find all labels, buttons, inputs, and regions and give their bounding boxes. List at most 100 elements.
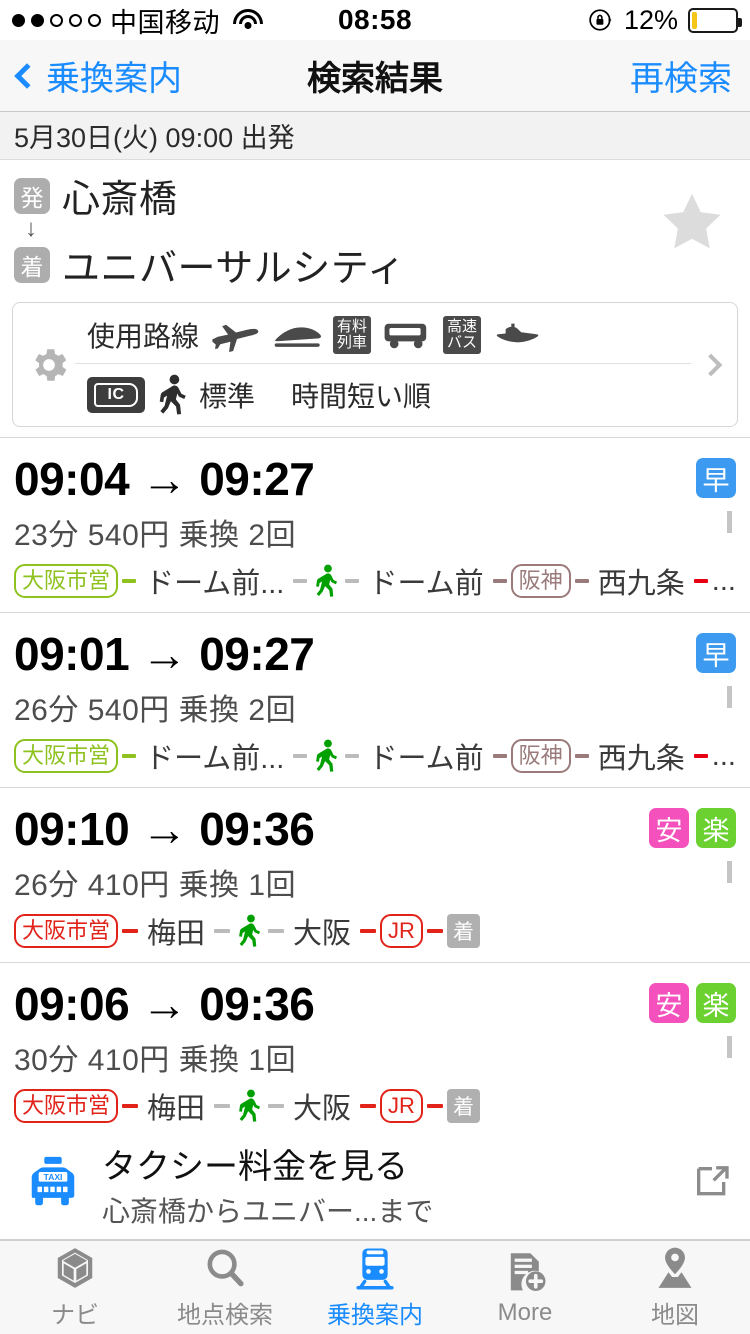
route-result-row[interactable]: 09:01 → 09:27 早 26分 540円 乗換 2回 大阪市営 ドーム前... ド… — [0, 613, 750, 788]
route-summary: 26分 410円 乗換 1回 — [14, 869, 297, 902]
destination-row[interactable]: 着 ユニバーサルシティ — [14, 237, 736, 292]
station-name: ドーム前... — [145, 568, 285, 600]
departure-datetime-label: 5月30日(火) 09:00 出発 — [14, 123, 295, 153]
arrival-marker: 着 — [446, 1089, 480, 1123]
taxi-icon: TAXI — [31, 1157, 75, 1206]
walk-speed-label: 標準 — [199, 381, 256, 412]
bus-icon — [384, 323, 427, 349]
walking-person-icon — [313, 564, 339, 598]
battery-icon — [688, 7, 742, 33]
train-icon — [352, 1245, 398, 1291]
transit-line-badge: JR — [380, 914, 423, 948]
walking-person-icon — [236, 1089, 262, 1123]
shinkansen-icon — [274, 327, 322, 347]
route-result-row[interactable]: 09:04 → 09:27 早 23分 540円 乗換 2回 大阪市営 ドーム前... ド… — [0, 438, 750, 613]
walking-person-icon — [236, 914, 262, 948]
segment-connector — [360, 1104, 377, 1108]
back-button[interactable]: 乗換案内 — [14, 51, 182, 100]
search-conditions-wrapper: 使用路線 有料 列車 高速 バス IC 標準 時間短い順 — [0, 298, 750, 437]
route-time-row: 09:06 → 09:36 安楽 — [14, 977, 736, 1031]
segment-connector — [122, 754, 137, 758]
segment-connector — [574, 579, 589, 583]
sort-order-label: 時間短い順 — [291, 381, 432, 412]
station-name: 大阪 — [293, 1093, 352, 1125]
tab-地図[interactable]: 地図 — [600, 1241, 750, 1334]
taxi-fare-banner[interactable]: TAXI タクシー料金を見る 心斎橋からユニバー...まで — [0, 1129, 750, 1240]
battery-fill — [692, 11, 698, 29]
chevron-right-icon — [727, 861, 732, 884]
segment-connector — [122, 929, 139, 933]
transit-line-badge: 阪神 — [510, 564, 571, 598]
route-summary: 30分 410円 乗換 1回 — [14, 1044, 297, 1077]
segment-connector — [214, 1104, 231, 1108]
back-button-label: 乗換案内 — [46, 60, 182, 98]
segment-connector — [268, 929, 285, 933]
route-badge-yasu: 安 — [649, 983, 689, 1023]
tab-地点検索[interactable]: 地点検索 — [150, 1241, 300, 1334]
route-time-row: 09:10 → 09:36 安楽 — [14, 802, 736, 856]
fare-walk-sort-row: IC 標準 時間短い順 — [75, 363, 691, 418]
station-name: ドーム前... — [145, 743, 285, 775]
more-document-icon — [502, 1249, 548, 1295]
taxi-banner-text: タクシー料金を見る 心斎橋からユニバー...まで — [102, 1139, 433, 1230]
route-badge-raku: 楽 — [696, 983, 736, 1023]
transit-line-badge: 大阪市営 — [14, 1089, 119, 1123]
chevron-right-icon — [727, 511, 732, 534]
station-name: 梅田 — [147, 1093, 206, 1125]
tab-乗換案内[interactable]: 乗換案内 — [300, 1241, 450, 1334]
transit-line-badge: 阪神 — [510, 739, 571, 773]
research-button[interactable]: 再検索 — [630, 51, 732, 100]
walking-person-icon — [159, 374, 186, 415]
route-badge-haya: 早 — [696, 633, 736, 673]
star-icon[interactable] — [656, 186, 728, 258]
segment-connector — [492, 579, 507, 583]
ferry-icon — [496, 323, 539, 343]
route-time-range: 09:06 → 09:36 — [14, 978, 315, 1030]
route-time-row: 09:04 → 09:27 早 — [14, 452, 736, 506]
segment-connector — [574, 754, 589, 758]
tab-label: More — [497, 1298, 553, 1326]
route-segment-line: 大阪市営 ドーム前... ドーム前 阪神 西九条... — [14, 735, 736, 777]
chevron-left-icon — [14, 62, 40, 89]
route-results-list: 09:04 → 09:27 早 23分 540円 乗換 2回 大阪市営 ドーム前... ド… — [0, 437, 750, 1129]
segment-connector — [214, 929, 231, 933]
used-lines-label: 使用路線 — [87, 321, 200, 352]
origin-name: 心斎橋 — [62, 179, 178, 221]
tab-label: ナビ — [51, 1302, 99, 1329]
svg-text:TAXI: TAXI — [44, 1172, 63, 1182]
route-result-row[interactable]: 09:10 → 09:36 安楽 26分 410円 乗換 1回大阪市営 梅田 大阪 JR 着 — [0, 788, 750, 963]
chevron-right-icon — [727, 686, 732, 709]
navigation-cube-icon — [52, 1245, 98, 1291]
ic-card-icon: IC — [87, 377, 145, 413]
route-time-range: 09:01 → 09:27 — [14, 628, 315, 680]
station-name: ドーム前 — [368, 743, 484, 775]
route-badge-yasu: 安 — [649, 808, 689, 848]
segment-connector — [492, 754, 507, 758]
station-name: 西九条 — [597, 568, 685, 600]
transit-line-badge: JR — [380, 1089, 423, 1123]
search-icon — [202, 1245, 248, 1291]
tab-ナビ[interactable]: ナビ — [0, 1241, 150, 1334]
tab-More[interactable]: More — [450, 1241, 600, 1334]
route-time-range: 09:04 → 09:27 — [14, 453, 315, 505]
destination-badge: 着 — [14, 246, 50, 283]
route-segment-line: 大阪市営 梅田 大阪 JR 着 — [14, 910, 736, 952]
transit-line-badge: 大阪市営 — [14, 564, 119, 598]
route-badge-raku: 楽 — [696, 808, 736, 848]
chevron-right-icon — [727, 1036, 732, 1059]
segment-ellipsis: ... — [711, 564, 736, 597]
navigation-bar: 乗換案内 検索結果 再検索 — [0, 40, 750, 112]
route-summary: 26分 540円 乗換 2回 — [14, 694, 297, 727]
transit-line-badge: 大阪市営 — [14, 739, 119, 773]
segment-connector — [268, 1104, 285, 1108]
segment-connector — [426, 1104, 443, 1108]
origin-row[interactable]: 発 心斎橋 — [14, 168, 736, 223]
tab-label: 地図 — [651, 1302, 699, 1329]
segment-connector — [360, 929, 377, 933]
departure-datetime-bar[interactable]: 5月30日(火) 09:00 出発 — [0, 112, 750, 160]
route-badge-group: 早 — [696, 627, 736, 673]
walking-person-icon — [313, 739, 339, 773]
route-result-row[interactable]: 09:06 → 09:36 安楽 30分 410円 乗換 1回 大阪市営 梅田 大阪 JR 着 — [0, 963, 750, 1129]
search-conditions-card[interactable]: 使用路線 有料 列車 高速 バス IC 標準 時間短い順 — [12, 302, 738, 427]
status-bar: 中国移动 08:58 12% — [0, 0, 750, 40]
